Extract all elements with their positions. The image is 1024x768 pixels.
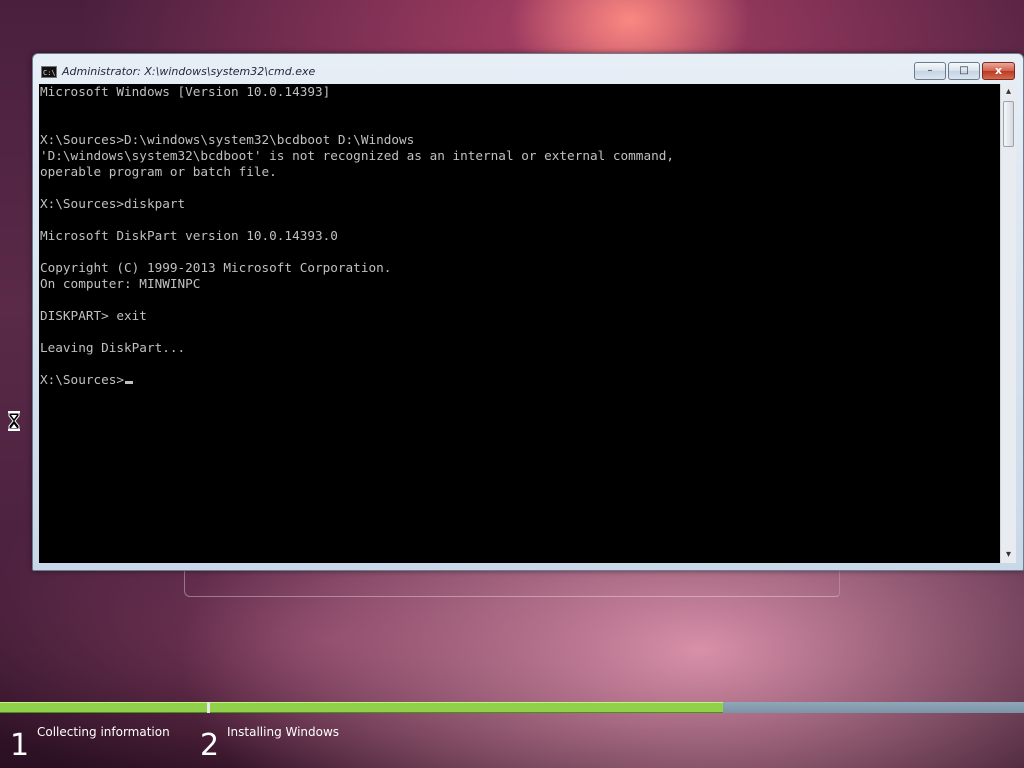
step-number: 1 (10, 728, 30, 763)
console-line: DISKPART> exit (40, 308, 147, 323)
console-line: Microsoft DiskPart version 10.0.14393.0 (40, 228, 338, 243)
cmd-app-icon[interactable]: C:\ (41, 66, 57, 78)
console-output[interactable]: Microsoft Windows [Version 10.0.14393] X:… (39, 84, 1000, 563)
scroll-down-arrow-icon[interactable]: ▾ (1001, 547, 1016, 563)
step-number: 2 (200, 728, 220, 763)
console-line: operable program or batch file. (40, 164, 277, 179)
setup-progress-bar (0, 702, 1024, 713)
step-1-progress (0, 702, 207, 713)
maximize-button[interactable]: □ (948, 62, 980, 80)
cmd-window[interactable]: C:\ Administrator: X:\windows\system32\c… (32, 53, 1024, 571)
console-line: X:\Sources>D:\windows\system32\bcdboot D… (40, 132, 415, 147)
minimize-button[interactable]: – (914, 62, 946, 80)
console-line: Microsoft Windows [Version 10.0.14393] (40, 84, 331, 99)
console-line: X:\Sources> (40, 372, 674, 388)
window-titlebar[interactable]: C:\ Administrator: X:\windows\system32\c… (33, 54, 1023, 84)
scroll-up-arrow-icon[interactable]: ▴ (1001, 84, 1016, 100)
text-cursor (125, 381, 134, 384)
scroll-thumb[interactable] (1003, 101, 1014, 147)
close-button[interactable]: x (982, 62, 1015, 80)
console-line: 'D:\windows\system32\bcdboot' is not rec… (40, 148, 674, 163)
console-text: Microsoft Windows [Version 10.0.14393] X:… (40, 84, 674, 388)
console-line: Copyright (C) 1999-2013 Microsoft Corpor… (40, 260, 392, 275)
console-line: Leaving DiskPart... (40, 340, 186, 355)
step-label: Installing Windows (227, 725, 340, 739)
step-2-progress-fill (210, 702, 723, 713)
step-2-progress-track (210, 702, 1024, 713)
vertical-scrollbar[interactable]: ▴ ▾ (1000, 84, 1016, 563)
hourglass-cursor-icon (8, 411, 20, 431)
console-line: X:\Sources>diskpart (40, 196, 186, 211)
step-label: Collecting information (37, 725, 170, 739)
window-title: Administrator: X:\windows\system32\cmd.e… (62, 65, 316, 78)
console-line: On computer: MINWINPC (40, 276, 201, 291)
